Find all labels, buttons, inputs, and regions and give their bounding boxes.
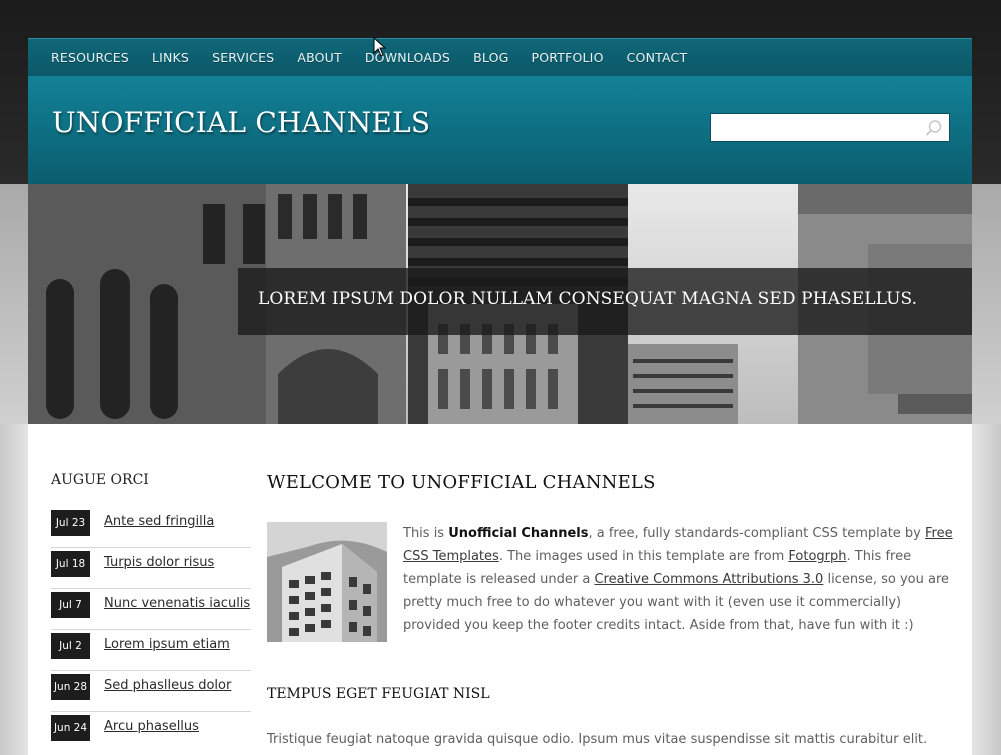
- building-thumbnail: [267, 522, 387, 642]
- main-nav: RESOURCES LINKS SERVICES ABOUT DOWNLOADS…: [28, 38, 972, 76]
- sidebar-item: Jun 24 Arcu phasellus: [51, 713, 251, 752]
- content-area: AUGUE ORCI Jul 23 Ante sed fringilla Jul…: [28, 424, 972, 755]
- section-subtitle: TEMPUS EGET FEUGIAT NISL: [267, 686, 490, 702]
- site-title[interactable]: UNOFFICIAL CHANNELS: [52, 106, 430, 139]
- sidebar-link[interactable]: Arcu phasellus: [104, 719, 199, 734]
- nav-services[interactable]: SERVICES: [212, 50, 274, 65]
- sidebar-item: Jun 28 Sed phaslleus dolor: [51, 672, 251, 712]
- sidebar-list: Jul 23 Ante sed fringilla Jul 18 Turpis …: [51, 508, 251, 752]
- page-title: WELCOME TO UNOFFICIAL CHANNELS: [267, 472, 656, 493]
- intro-text-part: This is: [403, 526, 449, 541]
- date-badge: Jul 23: [51, 510, 90, 536]
- brand-name: Unofficial Channels: [448, 526, 589, 541]
- sidebar-item: Jul 18 Turpis dolor risus: [51, 549, 251, 589]
- sidebar-item: Jul 7 Nunc venenatis iaculis: [51, 590, 251, 630]
- intro-text: This is Unofficial Channels, a free, ful…: [403, 522, 953, 637]
- date-badge: Jun 24: [51, 715, 90, 741]
- intro-section: This is Unofficial Channels, a free, ful…: [267, 522, 957, 642]
- nav-resources[interactable]: RESOURCES: [51, 50, 129, 65]
- date-badge: Jun 28: [51, 674, 90, 700]
- nav-about[interactable]: ABOUT: [297, 50, 342, 65]
- search-input[interactable]: [717, 114, 921, 143]
- intro-text-part: . The images used in this template are f…: [498, 549, 789, 564]
- hero-banner: LOREM IPSUM DOLOR NULLAM CONSEQUAT MAGNA…: [28, 184, 972, 424]
- intro-text-part: , a free, fully standards-compliant CSS …: [588, 526, 926, 541]
- nav-links[interactable]: LINKS: [152, 50, 189, 65]
- banner-caption: LOREM IPSUM DOLOR NULLAM CONSEQUAT MAGNA…: [258, 289, 918, 309]
- site-header: UNOFFICIAL CHANNELS: [28, 76, 972, 184]
- fotogrph-link[interactable]: Fotogrph: [788, 549, 846, 564]
- sidebar-link[interactable]: Sed phaslleus dolor: [104, 678, 231, 693]
- nav-contact[interactable]: CONTACT: [627, 50, 688, 65]
- sidebar-title: AUGUE ORCI: [51, 472, 149, 488]
- nav-portfolio[interactable]: PORTFOLIO: [532, 50, 604, 65]
- main-content: WELCOME TO UNOFFICIAL CHANNELS This is U…: [267, 472, 957, 747]
- nav-blog[interactable]: BLOG: [473, 50, 508, 65]
- sidebar-link[interactable]: Ante sed fringilla: [104, 514, 214, 529]
- sidebar: AUGUE ORCI Jul 23 Ante sed fringilla Jul…: [51, 472, 251, 753]
- section-text: Tristique feugiat natoque gravida quisqu…: [267, 732, 928, 747]
- sidebar-item: Jul 2 Lorem ipsum etiam: [51, 631, 251, 671]
- sidebar-item: Jul 23 Ante sed fringilla: [51, 508, 251, 548]
- creative-commons-link[interactable]: Creative Commons Attributions 3.0: [594, 572, 823, 587]
- page-wrapper: RESOURCES LINKS SERVICES ABOUT DOWNLOADS…: [28, 38, 972, 755]
- search-icon[interactable]: [925, 119, 943, 141]
- banner-caption-box: LOREM IPSUM DOLOR NULLAM CONSEQUAT MAGNA…: [238, 268, 972, 335]
- date-badge: Jul 2: [51, 633, 90, 659]
- sidebar-link[interactable]: Lorem ipsum etiam: [104, 637, 230, 652]
- date-badge: Jul 18: [51, 551, 90, 577]
- search-box: [710, 113, 950, 143]
- mouse-pointer-icon: [373, 37, 387, 57]
- sidebar-link[interactable]: Turpis dolor risus: [104, 555, 214, 570]
- date-badge: Jul 7: [51, 592, 90, 618]
- sidebar-link[interactable]: Nunc venenatis iaculis: [104, 596, 250, 611]
